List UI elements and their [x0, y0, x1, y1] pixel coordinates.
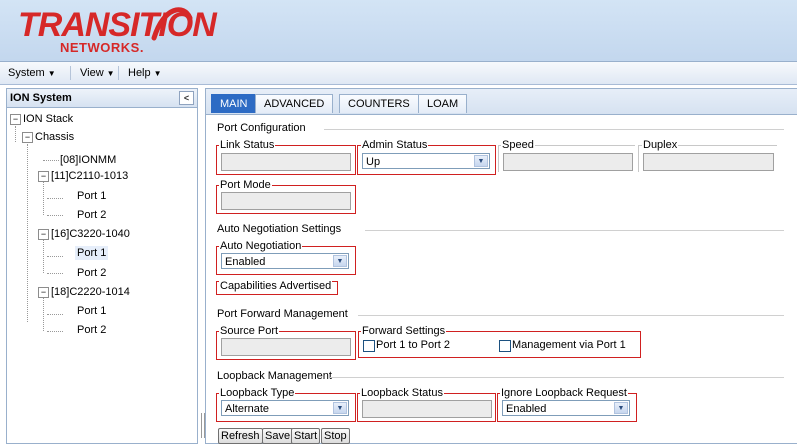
panel-splitter[interactable] — [199, 88, 204, 442]
tree-node-port[interactable]: Port 1 — [77, 304, 106, 318]
chevron-down-icon: ▼ — [474, 155, 488, 167]
menu-divider — [118, 66, 119, 80]
loopback-type-value: Alternate — [225, 403, 270, 415]
tree-line — [15, 126, 16, 142]
tab-advanced[interactable]: ADVANCED — [255, 94, 334, 113]
tree-node-port[interactable]: Port 1 — [77, 189, 106, 203]
tree-node-port[interactable]: Port 2 — [77, 208, 106, 222]
tree-line — [43, 239, 44, 273]
admin-status-label: Admin Status — [361, 139, 429, 151]
section-divider — [330, 377, 784, 378]
tab-bar: MAIN ADVANCED COUNTERS LOAM — [206, 89, 797, 115]
port1-to-port2-checkbox[interactable] — [363, 340, 375, 352]
port-mode-label: Port Mode — [219, 179, 272, 191]
ignore-loopback-label: Ignore Loopback Request — [500, 387, 628, 399]
capabilities-label: Capabilities Advertised — [219, 280, 333, 292]
link-status-field — [221, 153, 351, 171]
section-title-loopback: Loopback Management — [217, 370, 332, 382]
tree-line — [47, 256, 63, 257]
tree-line — [47, 215, 63, 216]
tree-node-ion-stack[interactable]: ION Stack — [23, 112, 73, 126]
section-divider — [365, 230, 784, 231]
tab-main[interactable]: MAIN — [211, 94, 257, 113]
tree-node-c3220[interactable]: [16]C3220-1040 — [51, 227, 130, 241]
loopback-type-select[interactable]: Alternate ▼ — [221, 400, 349, 416]
content-panel: MAIN ADVANCED COUNTERS LOAM Port Configu… — [205, 88, 797, 444]
admin-status-select[interactable]: Up ▼ — [362, 153, 490, 169]
menu-system-label: System — [8, 67, 45, 79]
tab-counters[interactable]: COUNTERS — [339, 94, 419, 113]
duplex-label: Duplex — [642, 139, 679, 151]
port1-to-port2-label: Port 1 to Port 2 — [376, 339, 450, 351]
chevron-down-icon: ▼ — [106, 69, 115, 78]
chevron-down-icon: ▼ — [614, 402, 628, 414]
forward-settings-label: Forward Settings — [361, 325, 447, 337]
menu-help-label: Help — [128, 67, 151, 79]
tree-line — [47, 273, 63, 274]
source-port-field — [221, 338, 351, 356]
menu-bar: System ▼ View ▼ Help ▼ — [0, 62, 797, 85]
chevron-down-icon: ▼ — [153, 69, 162, 78]
menu-system[interactable]: System ▼ — [4, 65, 60, 81]
brand-logo-sub: NETWORKS. — [60, 40, 144, 55]
section-divider — [358, 315, 784, 316]
tree-line — [43, 181, 44, 215]
mgmt-via-port1-checkbox[interactable] — [499, 340, 511, 352]
tree-line — [47, 314, 63, 315]
tree-panel-header: ION System < — [7, 89, 197, 108]
tree-line — [43, 160, 59, 161]
ignore-loopback-select[interactable]: Enabled ▼ — [502, 400, 630, 416]
loopback-type-label: Loopback Type — [219, 387, 296, 399]
menu-help[interactable]: Help ▼ — [124, 65, 166, 81]
menu-view-label: View — [80, 67, 104, 79]
auto-neg-select[interactable]: Enabled ▼ — [221, 253, 349, 269]
tree-panel: ION System < − ION Stack − Chassis [08]I… — [6, 88, 198, 444]
app-header: TRANSITION NETWORKS. — [0, 0, 797, 62]
tree-node-c2220[interactable]: [18]C2220-1014 — [51, 285, 130, 299]
admin-status-value: Up — [366, 156, 381, 168]
speed-field — [503, 153, 633, 171]
tree-node-ionmm[interactable]: [08]IONMM — [60, 153, 116, 167]
logo-swoosh-icon — [151, 7, 193, 41]
tree-node-port[interactable]: Port 2 — [77, 323, 106, 337]
loopback-status-field — [362, 400, 492, 418]
tree-line — [47, 331, 63, 332]
tree-line — [43, 297, 44, 331]
mgmt-via-port1-label: Management via Port 1 — [512, 339, 626, 351]
menu-view[interactable]: View ▼ — [76, 65, 119, 81]
auto-neg-label: Auto Negotiation — [219, 240, 303, 252]
loopback-status-label: Loopback Status — [360, 387, 444, 399]
chevron-down-icon: ▼ — [333, 402, 347, 414]
link-status-label: Link Status — [219, 139, 276, 151]
collapse-icon[interactable]: − — [10, 114, 21, 125]
port-mode-field — [221, 192, 351, 210]
chevron-down-icon: ▼ — [333, 255, 347, 267]
collapse-panel-button[interactable]: < — [179, 91, 194, 105]
chevron-down-icon: ▼ — [47, 69, 56, 78]
collapse-icon[interactable]: − — [38, 287, 49, 298]
tree-line — [27, 144, 28, 322]
section-title-port-config: Port Configuration — [217, 122, 306, 134]
tree-node-c2110[interactable]: [11]C2110-1013 — [51, 169, 128, 183]
tree-node-chassis[interactable]: Chassis — [35, 130, 74, 144]
speed-label: Speed — [501, 139, 535, 151]
collapse-icon[interactable]: − — [22, 132, 33, 143]
section-divider — [324, 129, 784, 130]
ignore-loopback-value: Enabled — [506, 403, 547, 415]
duplex-field — [643, 153, 774, 171]
tree-panel-title: ION System — [10, 92, 72, 104]
collapse-icon[interactable]: − — [38, 229, 49, 240]
source-port-label: Source Port — [219, 325, 280, 337]
collapse-icon[interactable]: − — [38, 171, 49, 182]
section-title-port-forward: Port Forward Management — [217, 308, 348, 320]
tree-node-port[interactable]: Port 2 — [77, 266, 106, 280]
tree-node-port-selected[interactable]: Port 1 — [75, 246, 109, 260]
menu-divider — [70, 66, 71, 80]
tab-loam[interactable]: LOAM — [418, 94, 468, 113]
auto-neg-value: Enabled — [225, 256, 266, 268]
tree-line — [47, 198, 63, 199]
section-title-auto-neg: Auto Negotiation Settings — [217, 223, 342, 235]
